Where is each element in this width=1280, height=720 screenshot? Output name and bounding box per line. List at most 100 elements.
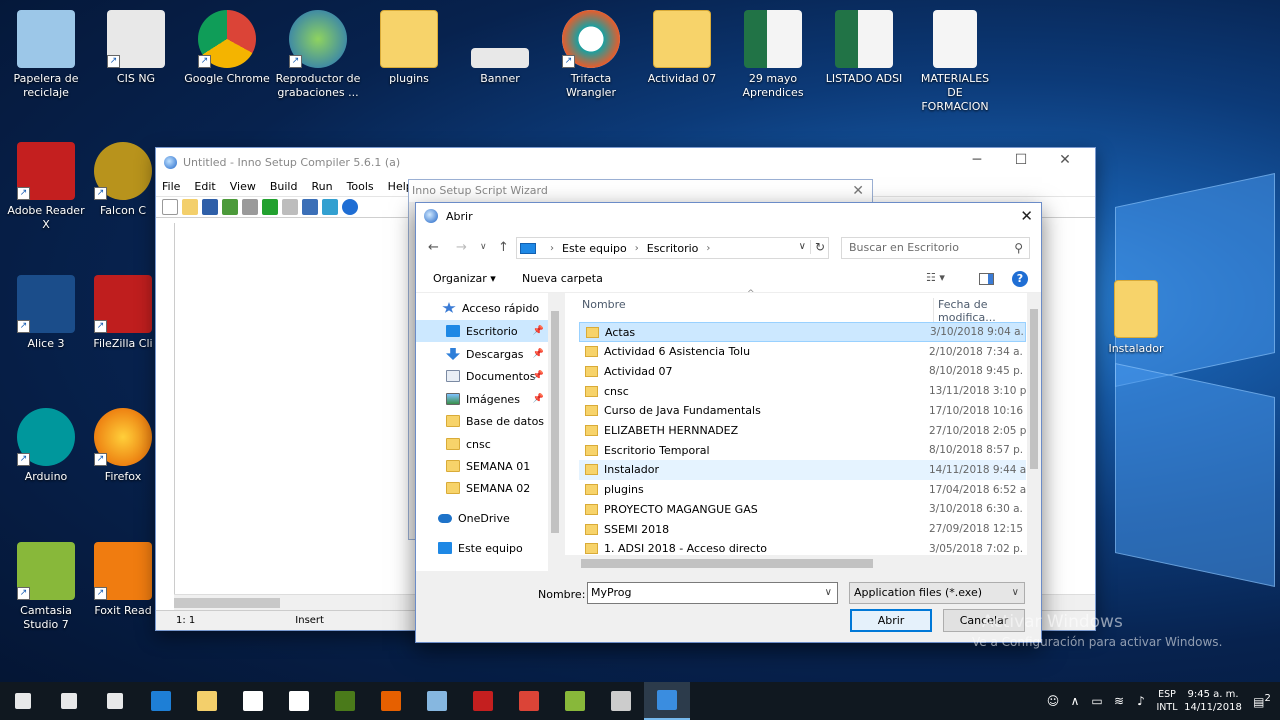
up-arrow-icon[interactable]: ↑	[498, 240, 509, 255]
taskbar-button[interactable]	[460, 682, 506, 720]
desktop-icon[interactable]: ↗ FileZilla Cli	[93, 275, 153, 351]
help-icon[interactable]: ?	[1012, 271, 1028, 287]
file-row[interactable]: plugins 17/04/2018 6:52 a.	[579, 480, 1026, 500]
search-input[interactable]: Buscar en Escritorio ⚲	[841, 237, 1030, 259]
desktop-icon[interactable]: plugins	[366, 10, 452, 86]
nav-item-folder[interactable]: Base de datos	[416, 410, 548, 432]
desktop-icon[interactable]: ↗ Firefox	[93, 408, 153, 484]
close-icon[interactable]: ✕	[852, 183, 864, 199]
desktop-icon[interactable]: Banner	[457, 10, 543, 86]
file-type-select[interactable]: Application files (*.exe) ∨	[849, 582, 1025, 604]
taskbar-button[interactable]	[230, 682, 276, 720]
recent-chevron-icon[interactable]: ∨	[480, 242, 487, 252]
desktop-icon[interactable]: Instalador	[1093, 280, 1179, 356]
taskbar-button[interactable]	[506, 682, 552, 720]
nav-item-onedrive[interactable]: OneDrive	[416, 507, 548, 529]
file-list-horizontal-scrollbar[interactable]	[565, 555, 1041, 571]
dialog-titlebar[interactable]: Abrir	[416, 203, 1041, 229]
nav-item-documents[interactable]: Documentos 📌	[416, 365, 548, 387]
taskbar-button[interactable]	[322, 682, 368, 720]
menu-run[interactable]: Run	[311, 180, 332, 193]
desktop-icon[interactable]: Papelera de reciclaje	[3, 10, 89, 100]
file-row[interactable]: Actividad 6 Asistencia Tolu 2/10/2018 7:3…	[579, 342, 1026, 362]
file-row[interactable]: PROYECTO MAGANGUE GAS 3/10/2018 6:30 a. m	[579, 499, 1026, 519]
close-icon[interactable]: ✕	[1020, 207, 1033, 225]
clock[interactable]: 9:45 a. m. 14/11/2018	[1182, 688, 1244, 714]
language-indicator[interactable]: ESP INTL	[1152, 688, 1182, 714]
desktop-icon[interactable]: ↗ Arduino	[3, 408, 89, 484]
nav-item-pictures[interactable]: Imágenes 📌	[416, 388, 548, 410]
battery-icon[interactable]: ▭	[1086, 694, 1108, 708]
desktop-icon[interactable]: ↗ Trifacta Wrangler	[548, 10, 634, 100]
compile-icon[interactable]	[222, 199, 238, 215]
file-row[interactable]: Actas 3/10/2018 9:04 a. m	[579, 322, 1026, 342]
menu-file[interactable]: File	[162, 180, 180, 193]
desktop-icon[interactable]: ↗ Google Chrome	[184, 10, 270, 86]
run-icon[interactable]	[262, 199, 278, 215]
menu-view[interactable]: View	[230, 180, 256, 193]
desktop-icon[interactable]: ↗ CIS NG	[93, 10, 179, 86]
back-arrow-icon[interactable]: ←	[428, 240, 439, 255]
menu-build[interactable]: Build	[270, 180, 298, 193]
target-icon[interactable]	[302, 199, 318, 215]
taskbar-button[interactable]	[92, 682, 138, 720]
menu-tools[interactable]: Tools	[347, 180, 374, 193]
nav-item-folder[interactable]: cnsc	[416, 433, 548, 455]
taskbar-button[interactable]	[276, 682, 322, 720]
nav-item-quick-access[interactable]: Acceso rápido	[416, 297, 548, 319]
file-row[interactable]: ELIZABETH HERNNADEZ 27/10/2018 2:05 p.	[579, 421, 1026, 441]
taskbar-button[interactable]	[368, 682, 414, 720]
stop-compile-icon[interactable]	[242, 199, 258, 215]
taskbar-button[interactable]	[598, 682, 644, 720]
taskbar-button[interactable]	[138, 682, 184, 720]
desktop-icon[interactable]: ↗ Reproductor de grabaciones ...	[275, 10, 361, 100]
open-folder-icon[interactable]	[182, 199, 198, 215]
nav-item-desktop[interactable]: Escritorio 📌	[416, 320, 548, 342]
desktop-icon[interactable]: 29 mayo Aprendices	[730, 10, 816, 100]
wizard-title[interactable]: Inno Setup Script Wizard	[409, 180, 872, 202]
file-row[interactable]: Curso de Java Fundamentals 17/10/2018 10:…	[579, 401, 1026, 421]
taskbar-button[interactable]	[46, 682, 92, 720]
file-list-vertical-scrollbar[interactable]	[1027, 293, 1041, 555]
filename-input[interactable]: MyProg ∨	[587, 582, 838, 604]
desktop-icon[interactable]: MATERIALES DE FORMACION	[912, 10, 998, 114]
nav-item-downloads[interactable]: Descargas 📌	[416, 343, 548, 365]
close-icon[interactable]: ✕	[1043, 152, 1087, 168]
save-icon[interactable]	[202, 199, 218, 215]
volume-icon[interactable]: ♪	[1130, 694, 1152, 708]
desktop-icon[interactable]: LISTADO ADSI	[821, 10, 907, 86]
desktop-icon[interactable]: ↗ Adobe Reader X	[3, 142, 89, 232]
file-row[interactable]: cnsc 13/11/2018 3:10 p.	[579, 381, 1026, 401]
menu-edit[interactable]: Edit	[194, 180, 215, 193]
file-row[interactable]: Escritorio Temporal 8/10/2018 8:57 p. m	[579, 440, 1026, 460]
nav-item-this-pc[interactable]: Este equipo	[416, 537, 548, 559]
forward-arrow-icon[interactable]: →	[456, 240, 467, 255]
people-icon[interactable]: ☺	[1042, 694, 1064, 708]
column-name[interactable]: Nombre	[582, 298, 626, 311]
preview-pane-icon[interactable]	[979, 273, 994, 285]
view-options-icon[interactable]: ☷ ▾	[926, 271, 945, 284]
pause-icon[interactable]	[282, 199, 298, 215]
chevron-down-icon[interactable]: ∨	[825, 583, 832, 603]
refresh-icon[interactable]: ↻	[809, 240, 825, 254]
desktop-icon[interactable]: Actividad 07	[639, 10, 725, 86]
address-bar[interactable]: › Este equipo › Escritorio › ∨ ↻	[516, 237, 829, 259]
taskbar-button[interactable]	[644, 682, 690, 720]
file-row[interactable]: Actividad 07 8/10/2018 9:45 p. m	[579, 361, 1026, 381]
notification-center-icon[interactable]: ▤2	[1244, 693, 1280, 709]
nav-item-folder[interactable]: SEMANA 01	[416, 455, 548, 477]
new-file-icon[interactable]	[162, 199, 178, 215]
desktop-icon[interactable]: ↗ Camtasia Studio 7	[3, 542, 89, 632]
network-icon[interactable]: ≋	[1108, 694, 1130, 708]
nav-item-folder[interactable]: SEMANA 02	[416, 477, 548, 499]
breadcrumb-este-equipo[interactable]: Este equipo	[562, 242, 627, 255]
desktop-icon[interactable]: ↗ Falcon C	[93, 142, 153, 218]
taskbar-button[interactable]	[184, 682, 230, 720]
taskbar-button[interactable]	[0, 682, 46, 720]
new-folder-button[interactable]: Nueva carpeta	[522, 272, 603, 285]
taskbar-button[interactable]	[552, 682, 598, 720]
nav-pane-scrollbar[interactable]	[548, 293, 562, 571]
chevron-up-icon[interactable]: ∧	[1064, 694, 1086, 708]
column-date-modified[interactable]: Fecha de modifica...	[933, 298, 1041, 324]
help-icon[interactable]	[342, 199, 358, 215]
